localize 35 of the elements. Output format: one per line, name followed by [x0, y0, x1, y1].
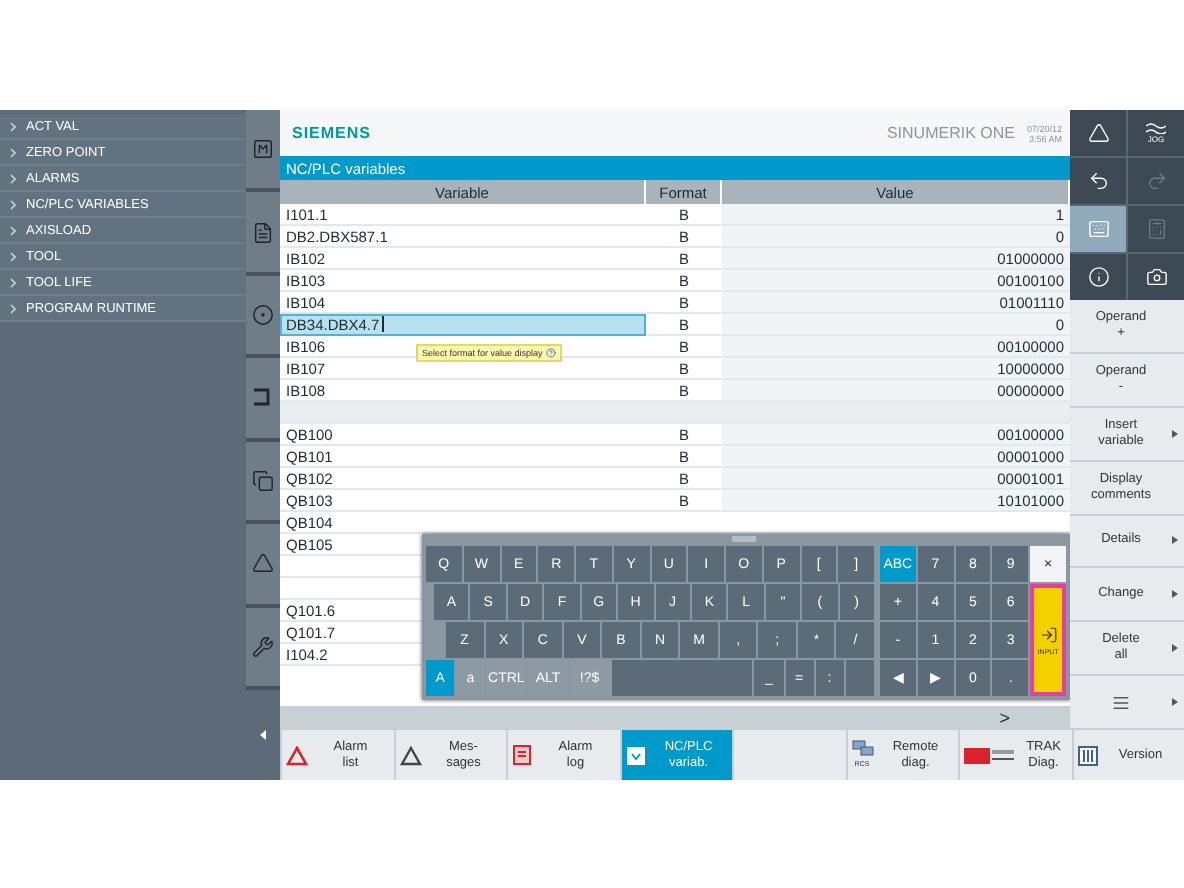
list-icon: [1112, 693, 1130, 712]
toolbar-button[interactable]: [1070, 158, 1126, 204]
log-icon: [512, 744, 532, 766]
text-cursor: [381, 316, 384, 332]
variable-icon: [625, 745, 645, 765]
copy-icon[interactable]: [252, 469, 274, 492]
bracket-icon[interactable]: [252, 386, 274, 409]
logo-icon: [964, 747, 1016, 763]
computers-icon: [851, 739, 873, 755]
chevron-icon: [10, 199, 16, 209]
chevron-icon: [10, 121, 16, 131]
circle-dot-icon[interactable]: [252, 304, 274, 327]
next-page-arrow[interactable]: >: [999, 708, 1010, 728]
m-square-icon[interactable]: [252, 138, 274, 161]
chevron-icon: [10, 277, 16, 287]
alarm-icon: [286, 745, 308, 765]
version-icon: [1077, 745, 1097, 765]
caret-icon: [260, 729, 266, 740]
chevron-icon: [10, 303, 16, 313]
document-icon[interactable]: [252, 221, 274, 244]
brand-logo: SIEMENS: [292, 124, 372, 142]
toolbar-button[interactable]: [1070, 110, 1126, 156]
chevron-icon: [10, 147, 16, 157]
toolbar-button[interactable]: [1070, 254, 1126, 300]
toolbar-button[interactable]: [1128, 254, 1184, 300]
triangle-icon[interactable]: [252, 552, 274, 575]
help-icon: [546, 348, 557, 358]
wrench-icon[interactable]: [252, 635, 274, 658]
chevron-icon: [10, 225, 16, 235]
chevron-icon: [10, 173, 16, 183]
warning-icon: [399, 745, 421, 765]
product-name: SINUMERIK ONE: [886, 124, 1015, 142]
drag-handle[interactable]: [732, 536, 756, 542]
enter-icon: [1039, 625, 1058, 643]
chevron-icon: [10, 251, 16, 261]
